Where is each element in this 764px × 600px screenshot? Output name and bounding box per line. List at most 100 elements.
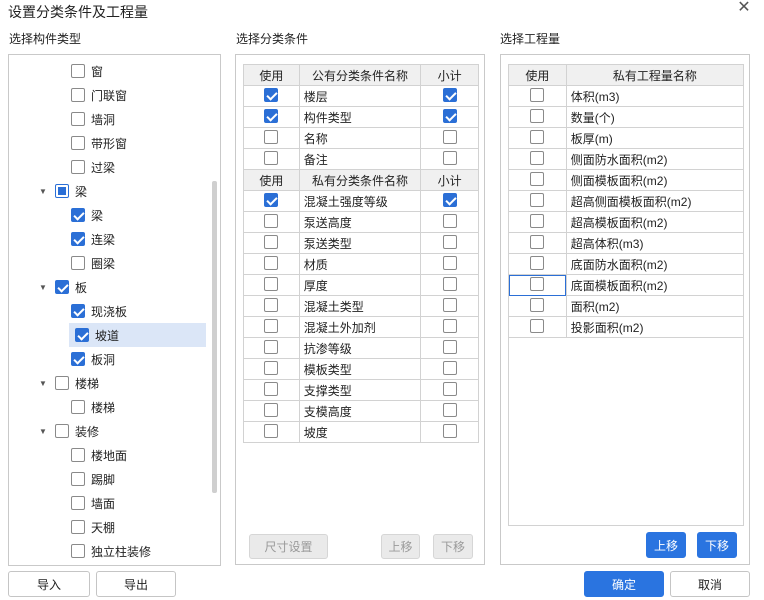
- tree-item[interactable]: 墙洞: [71, 107, 115, 131]
- use-checkbox[interactable]: [264, 402, 279, 417]
- use-checkbox[interactable]: [530, 108, 545, 123]
- use-cell[interactable]: [508, 190, 567, 212]
- move-up-button[interactable]: 上移: [381, 534, 420, 559]
- tree-item-checkbox[interactable]: [71, 472, 85, 486]
- table-row[interactable]: 支模高度: [243, 400, 479, 422]
- close-icon[interactable]: ✕: [736, 0, 752, 16]
- subtotal-checkbox[interactable]: [442, 423, 457, 438]
- tree-item[interactable]: 板洞: [71, 347, 115, 371]
- subtotal-cell[interactable]: [420, 316, 479, 338]
- use-checkbox[interactable]: [264, 129, 279, 144]
- tree-item[interactable]: 过梁: [71, 155, 115, 179]
- tree-item[interactable]: 天棚: [71, 515, 115, 539]
- subtotal-cell[interactable]: [420, 148, 479, 170]
- tree-item[interactable]: 墙面: [71, 491, 115, 515]
- table-row[interactable]: 泵送高度: [243, 211, 479, 233]
- subtotal-checkbox[interactable]: [442, 150, 457, 165]
- use-checkbox[interactable]: [264, 213, 279, 228]
- table-row[interactable]: 厚度: [243, 274, 479, 296]
- use-cell[interactable]: [243, 274, 300, 296]
- tree-item[interactable]: 窗: [71, 59, 103, 83]
- import-button[interactable]: 导入: [8, 571, 90, 597]
- tree-item-checkbox[interactable]: [71, 232, 85, 246]
- subtotal-cell[interactable]: [420, 253, 479, 275]
- tree-item[interactable]: 带形窗: [71, 131, 127, 155]
- use-cell[interactable]: [508, 232, 567, 254]
- use-cell[interactable]: [243, 232, 300, 254]
- table-row[interactable]: 支撑类型: [243, 379, 479, 401]
- subtotal-checkbox[interactable]: [442, 360, 457, 375]
- use-checkbox[interactable]: [264, 339, 279, 354]
- subtotal-checkbox[interactable]: [442, 318, 457, 333]
- use-checkbox[interactable]: [530, 129, 545, 144]
- subtotal-cell[interactable]: [420, 85, 479, 107]
- use-cell[interactable]: [508, 169, 567, 191]
- tree-scrollbar[interactable]: [212, 181, 217, 493]
- component-tree[interactable]: 窗门联窗 墙洞 带形窗 过梁 ▼ 梁梁连梁 圈梁 ▼ 板现浇板 坡道 板洞 ▼ 楼梯 楼梯 ▼ 装修 楼地面 踢脚…: [8, 54, 221, 566]
- tree-item-checkbox[interactable]: [55, 184, 69, 198]
- use-checkbox[interactable]: [530, 150, 545, 165]
- use-checkbox[interactable]: [530, 234, 545, 249]
- tree-item[interactable]: 楼梯: [71, 395, 115, 419]
- use-checkbox[interactable]: [264, 150, 279, 165]
- table-row[interactable]: 坡度: [243, 421, 479, 443]
- use-checkbox[interactable]: [530, 255, 545, 270]
- use-cell[interactable]: [243, 211, 300, 233]
- tree-item[interactable]: 门联窗: [71, 83, 127, 107]
- use-checkbox[interactable]: [264, 108, 279, 123]
- subtotal-cell[interactable]: [420, 337, 479, 359]
- subtotal-cell[interactable]: [420, 400, 479, 422]
- use-cell[interactable]: [508, 211, 567, 233]
- use-cell[interactable]: [508, 106, 567, 128]
- use-cell[interactable]: [508, 85, 567, 107]
- table-row[interactable]: 底面防水面积(m2): [508, 253, 745, 275]
- tree-item-checkbox[interactable]: [71, 136, 85, 150]
- expand-arrow-icon[interactable]: ▼: [37, 427, 49, 436]
- table-row[interactable]: 超高体积(m3): [508, 232, 745, 254]
- tree-item-checkbox[interactable]: [55, 424, 69, 438]
- tree-item-checkbox[interactable]: [71, 544, 85, 558]
- use-checkbox[interactable]: [530, 318, 545, 333]
- tree-item-checkbox[interactable]: [75, 328, 89, 342]
- use-checkbox[interactable]: [530, 213, 545, 228]
- subtotal-cell[interactable]: [420, 106, 479, 128]
- table-row[interactable]: 数量(个): [508, 106, 745, 128]
- tree-item[interactable]: ▼ 板: [37, 275, 87, 299]
- use-cell[interactable]: [243, 253, 300, 275]
- subtotal-checkbox[interactable]: [442, 402, 457, 417]
- table-row[interactable]: 混凝土强度等级: [243, 190, 479, 212]
- subtotal-cell[interactable]: [420, 232, 479, 254]
- use-cell[interactable]: [243, 379, 300, 401]
- subtotal-checkbox[interactable]: [442, 234, 457, 249]
- tree-item[interactable]: ▼ 梁: [37, 179, 87, 203]
- use-checkbox[interactable]: [264, 423, 279, 438]
- subtotal-checkbox[interactable]: [442, 255, 457, 270]
- table-row[interactable]: 超高模板面积(m2): [508, 211, 745, 233]
- subtotal-checkbox[interactable]: [442, 381, 457, 396]
- table-row[interactable]: 板厚(m): [508, 127, 745, 149]
- cancel-button[interactable]: 取消: [670, 571, 750, 597]
- use-cell[interactable]: [243, 148, 300, 170]
- subtotal-checkbox[interactable]: [442, 192, 457, 207]
- tree-item-checkbox[interactable]: [71, 208, 85, 222]
- subtotal-checkbox[interactable]: [442, 129, 457, 144]
- subtotal-cell[interactable]: [420, 421, 479, 443]
- subtotal-cell[interactable]: [420, 295, 479, 317]
- subtotal-checkbox[interactable]: [442, 213, 457, 228]
- use-checkbox[interactable]: [264, 87, 279, 102]
- tree-item-checkbox[interactable]: [71, 400, 85, 414]
- use-cell[interactable]: [243, 316, 300, 338]
- subtotal-checkbox[interactable]: [442, 108, 457, 123]
- expand-arrow-icon[interactable]: ▼: [37, 379, 49, 388]
- table-row[interactable]: 备注: [243, 148, 479, 170]
- use-cell[interactable]: [508, 316, 567, 338]
- subtotal-cell[interactable]: [420, 379, 479, 401]
- tree-item-checkbox[interactable]: [71, 88, 85, 102]
- table-row[interactable]: 混凝土类型: [243, 295, 479, 317]
- tree-item-checkbox[interactable]: [71, 160, 85, 174]
- table-row[interactable]: 超高侧面模板面积(m2): [508, 190, 745, 212]
- tree-item[interactable]: 坡道: [69, 323, 206, 347]
- move-down-button[interactable]: 下移: [433, 534, 473, 559]
- table-row[interactable]: 构件类型: [243, 106, 479, 128]
- table-row[interactable]: 底面模板面积(m2): [508, 274, 745, 296]
